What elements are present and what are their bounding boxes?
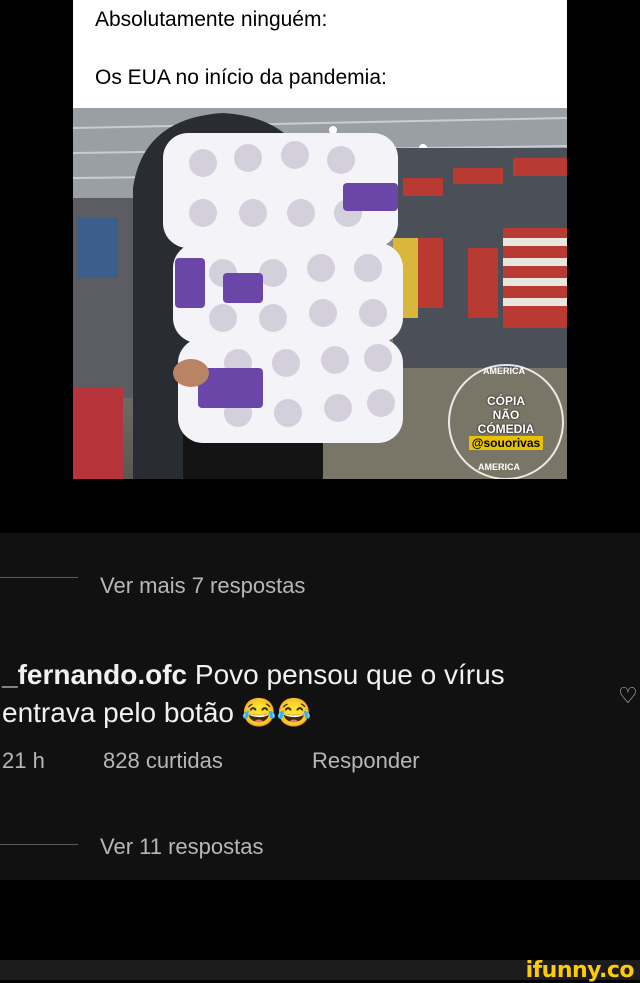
thread-line (0, 844, 78, 845)
comments-section: Ver mais 7 respostas _fernando.ofc Povo … (0, 533, 640, 880)
meme-caption-line1: Absolutamente ninguém: (95, 8, 328, 31)
view-replies-link[interactable]: Ver 11 respostas (100, 834, 263, 860)
reply-button[interactable]: Responder (312, 748, 420, 774)
view-more-replies-link[interactable]: Ver mais 7 respostas (100, 573, 305, 599)
watermark-text-3: CÓMEDIA (477, 422, 535, 436)
watermark-ring-bottom: AMERICA (478, 462, 520, 472)
watermark-ring-top: AMERICA (483, 366, 525, 376)
meme-photo: CÓPIA NÃO CÓMEDIA @souorivas AMERICA AME… (73, 108, 567, 479)
comment-username[interactable]: _fernando.ofc (2, 659, 187, 690)
watermark-text-2: NÃO (492, 408, 520, 422)
comment-time: 21 h (2, 748, 45, 773)
ifunny-logo: ifunny.co (525, 958, 635, 983)
meme-card: Absolutamente ninguém: Os EUA no início … (73, 0, 567, 479)
comment-body: _fernando.ofc Povo pensou que o vírus en… (2, 656, 592, 732)
watermark-handle: @souorivas (468, 436, 544, 450)
thread-line (0, 577, 78, 578)
like-heart-icon[interactable]: ♡ (618, 683, 638, 709)
meme-caption-line2: Os EUA no início da pandemia: (95, 66, 387, 89)
watermark-text-1: CÓPIA (486, 394, 525, 408)
comment-likes[interactable]: 828 curtidas (103, 748, 223, 774)
